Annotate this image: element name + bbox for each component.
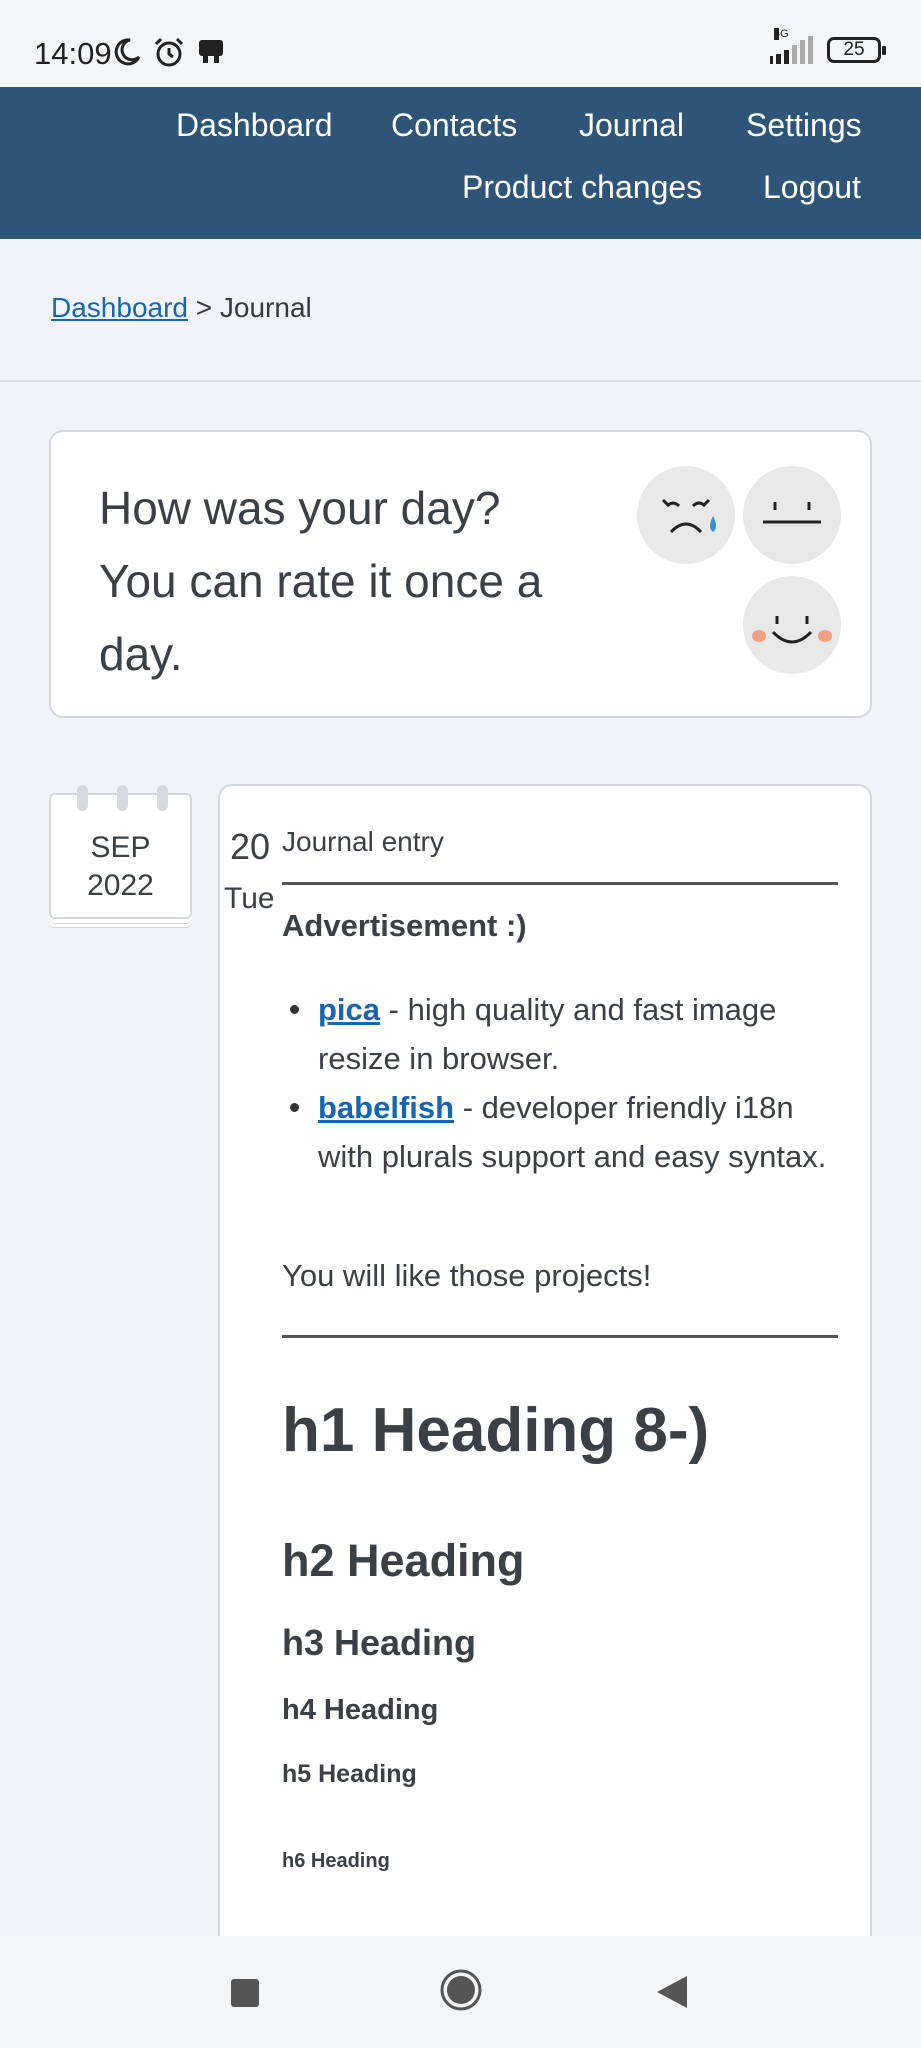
neutral-face-icon[interactable] xyxy=(743,466,841,564)
status-icons-right: 4G 25 xyxy=(770,28,886,64)
entry-calendar: SEP 2022 xyxy=(49,785,192,919)
entry-weekday: Tue xyxy=(224,882,275,915)
ad-title: Advertisement :) xyxy=(282,908,527,943)
entry-divider-bottom xyxy=(282,1335,838,1338)
divider xyxy=(0,380,921,382)
ad-footer: You will like those projects! xyxy=(282,1258,652,1293)
heading-h3: h3 Heading xyxy=(282,1622,477,1663)
pica-link[interactable]: pica xyxy=(318,992,380,1027)
entry-divider-top xyxy=(282,882,838,885)
breadcrumb-current: Journal xyxy=(219,292,312,323)
day-rating-card: How was your day? You can rate it once a… xyxy=(49,430,872,718)
network-label: 4G xyxy=(774,28,789,40)
entry-day: 20 xyxy=(230,826,271,867)
home-button[interactable] xyxy=(439,1968,483,2017)
notification-icon xyxy=(196,37,226,72)
list-item-text: - high quality and fast image resize in … xyxy=(318,992,777,1076)
heading-h4: h4 Heading xyxy=(282,1694,439,1726)
happy-face-icon[interactable] xyxy=(743,576,841,674)
status-bar: 14:09 4G 25 xyxy=(0,0,921,87)
system-navigation-bar xyxy=(0,1936,921,2048)
babelfish-link[interactable]: babelfish xyxy=(318,1090,454,1125)
heading-h6: h6 Heading xyxy=(282,1850,390,1872)
breadcrumb-dashboard-link[interactable]: Dashboard xyxy=(51,292,188,323)
top-navigation: Dashboard Contacts Journal Settings Prod… xyxy=(0,87,921,239)
calendar-ring xyxy=(117,785,128,811)
nav-contacts[interactable]: Contacts xyxy=(391,107,517,144)
calendar-year: 2022 xyxy=(87,869,154,902)
battery-icon: 25 xyxy=(827,37,886,63)
breadcrumb-separator: > xyxy=(195,292,213,323)
nav-journal[interactable]: Journal xyxy=(579,107,684,144)
calendar-ring xyxy=(77,785,88,811)
ad-list: pica - high quality and fast image resiz… xyxy=(282,985,842,1181)
sad-face-icon[interactable] xyxy=(637,466,735,564)
entry-title[interactable]: Journal entry xyxy=(282,826,444,858)
calendar-month: SEP xyxy=(90,831,151,864)
status-icons-left xyxy=(112,36,226,73)
signal-icon: 4G xyxy=(770,28,813,64)
nav-product-changes[interactable]: Product changes xyxy=(462,169,702,206)
nav-dashboard[interactable]: Dashboard xyxy=(176,107,333,144)
breadcrumb: Dashboard > Journal xyxy=(51,292,312,324)
nav-settings[interactable]: Settings xyxy=(746,107,862,144)
status-time: 14:09 xyxy=(34,36,112,71)
list-item: pica - high quality and fast image resiz… xyxy=(282,985,842,1083)
recents-button[interactable] xyxy=(230,1978,260,2013)
heading-h2: h2 Heading xyxy=(282,1535,525,1586)
list-item: babelfish - developer friendly i18n with… xyxy=(282,1083,842,1181)
heading-h1: h1 Heading 8-) xyxy=(282,1396,710,1465)
nav-logout[interactable]: Logout xyxy=(763,169,861,206)
heading-h5: h5 Heading xyxy=(282,1760,417,1788)
alarm-icon xyxy=(152,36,186,73)
back-button[interactable] xyxy=(655,1974,689,2015)
rating-question: How was your day? You can rate it once a… xyxy=(99,482,543,680)
moon-icon xyxy=(112,37,142,72)
calendar-ring xyxy=(157,785,168,811)
